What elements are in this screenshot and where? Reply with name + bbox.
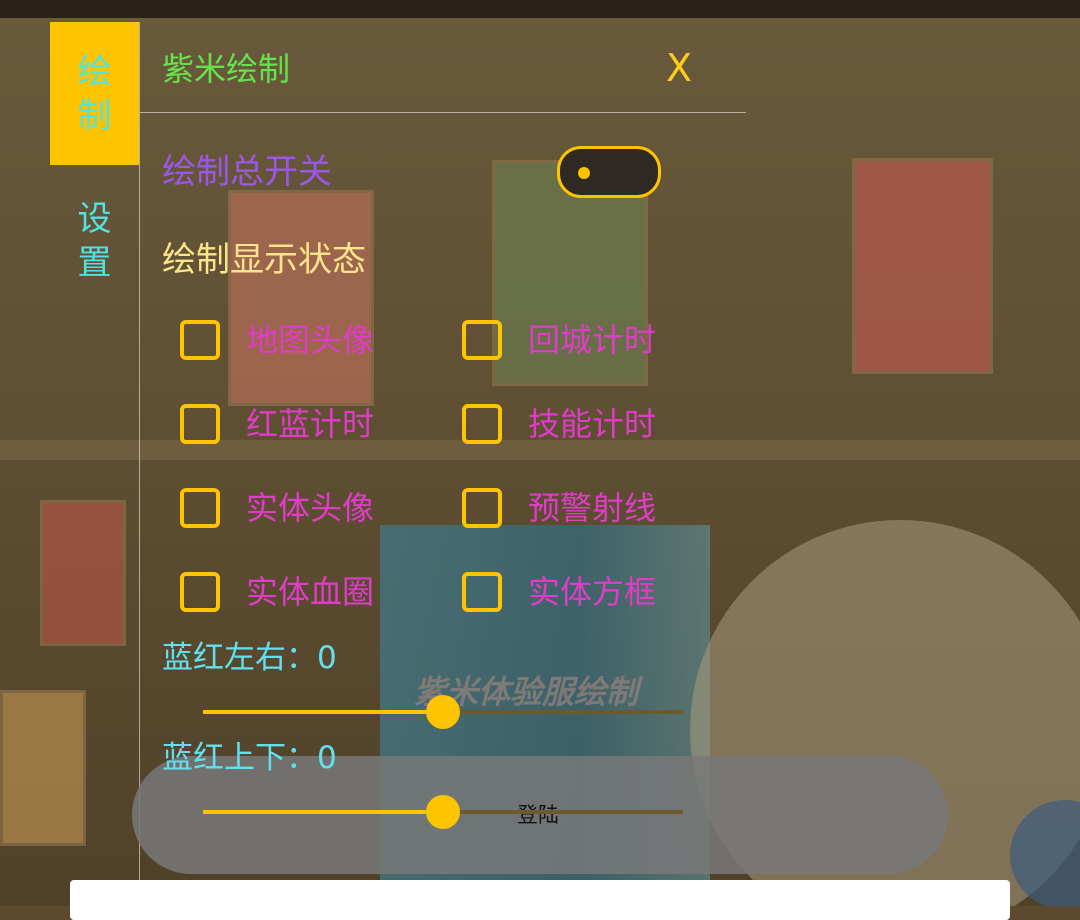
- page-title: 紫米绘制: [162, 50, 291, 88]
- slider-horizontal-label: 蓝红左右：0: [162, 640, 337, 676]
- checkbox[interactable]: [462, 572, 502, 612]
- checkbox[interactable]: [462, 488, 502, 528]
- slider-thumb[interactable]: [426, 695, 460, 729]
- checkbox[interactable]: [180, 572, 220, 612]
- header-divider: [140, 112, 746, 113]
- option-label: 预警射线: [528, 489, 657, 527]
- option-label: 技能计时: [528, 405, 657, 443]
- sidebar-divider: [139, 22, 140, 906]
- option-label: 地图头像: [246, 321, 375, 359]
- option-buff-timer[interactable]: 红蓝计时: [180, 404, 374, 444]
- toggle-knob: [578, 167, 590, 179]
- option-label: 回城计时: [528, 321, 657, 359]
- option-entity-avatar[interactable]: 实体头像: [180, 488, 374, 528]
- slider-horizontal[interactable]: [203, 695, 683, 729]
- bottom-card: [70, 880, 1010, 920]
- slider-thumb[interactable]: [426, 795, 460, 829]
- master-switch-label: 绘制总开关: [162, 152, 332, 192]
- option-label: 实体方框: [528, 573, 657, 611]
- option-label: 实体头像: [246, 489, 375, 527]
- slider-fill: [203, 810, 443, 814]
- option-map-avatar[interactable]: 地图头像: [180, 320, 374, 360]
- option-recall-timer[interactable]: 回城计时: [462, 320, 656, 360]
- option-skill-timer[interactable]: 技能计时: [462, 404, 656, 444]
- display-state-heading: 绘制显示状态: [162, 240, 366, 280]
- slider-vertical[interactable]: [203, 795, 683, 829]
- checkbox[interactable]: [180, 488, 220, 528]
- tab-settings-label-1: 设: [77, 199, 112, 239]
- checkbox[interactable]: [180, 404, 220, 444]
- option-entity-health-ring[interactable]: 实体血圈: [180, 572, 374, 612]
- option-warning-ray[interactable]: 预警射线: [462, 488, 656, 528]
- draw-menu-panel: 绘 制 设 置 紫米绘制 X 绘制总开关 绘制显示状态 地图头像 回城计时 红蓝…: [0, 0, 1080, 920]
- login-button-label: 登陆: [517, 803, 559, 827]
- close-button[interactable]: X: [666, 45, 692, 91]
- option-label: 实体血圈: [246, 573, 375, 611]
- checkbox[interactable]: [462, 320, 502, 360]
- tab-draw-label-2: 制: [77, 95, 112, 136]
- master-switch-toggle[interactable]: [557, 146, 661, 198]
- tab-draw-label-1: 绘: [77, 51, 112, 92]
- option-entity-box[interactable]: 实体方框: [462, 572, 656, 612]
- checkbox[interactable]: [462, 404, 502, 444]
- slider-fill: [203, 710, 443, 714]
- option-label: 红蓝计时: [246, 405, 375, 443]
- slider-vertical-label: 蓝红上下：0: [162, 740, 337, 776]
- tab-settings-label-2: 置: [77, 243, 112, 283]
- tab-settings[interactable]: 设 置: [50, 193, 139, 289]
- checkbox[interactable]: [180, 320, 220, 360]
- tab-draw[interactable]: 绘 制: [50, 22, 139, 165]
